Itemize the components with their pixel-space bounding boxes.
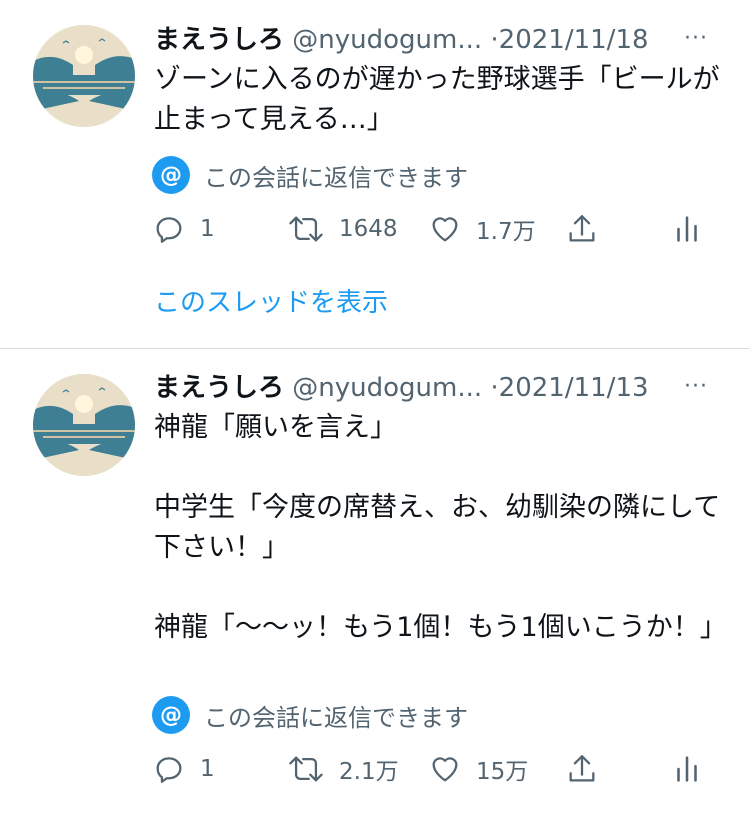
analytics-button[interactable]: [672, 207, 702, 251]
share-button[interactable]: [565, 747, 599, 791]
more-icon[interactable]: ···: [684, 368, 720, 408]
like-icon: [428, 752, 462, 786]
action-bar: 1 2.1万 15万: [0, 747, 750, 791]
tweet[interactable]: まえうしろ @nyudogum... ·2021/11/13 ··· 神龍「願い…: [0, 349, 750, 814]
share-icon: [565, 752, 599, 786]
at-icon: @: [152, 156, 190, 194]
tweet-header: まえうしろ @nyudogum... ·2021/11/18: [154, 20, 724, 60]
avatar[interactable]: [33, 25, 135, 127]
separator: ·: [490, 25, 499, 55]
like-count: 1.7万: [476, 219, 536, 245]
like-button[interactable]: 15万: [428, 747, 528, 791]
share-icon: [565, 212, 599, 246]
share-button[interactable]: [565, 207, 599, 251]
reply-restriction-label: この会話に返信できます: [204, 163, 468, 192]
reply-button[interactable]: 1: [152, 207, 215, 251]
like-icon: [428, 212, 462, 246]
reply-restriction-notice: @ この会話に返信できます: [152, 155, 468, 195]
user-handle[interactable]: @nyudogum...: [292, 373, 482, 403]
like-button[interactable]: 1.7万: [428, 207, 536, 251]
like-count: 15万: [476, 759, 529, 785]
display-name[interactable]: まえうしろ: [154, 25, 284, 55]
retweet-button[interactable]: 1648: [287, 207, 398, 251]
reply-icon: [152, 752, 186, 786]
analytics-button[interactable]: [672, 747, 702, 791]
tweet-date[interactable]: 2021/11/13: [499, 373, 649, 403]
retweet-icon: [287, 212, 325, 246]
reply-icon: [152, 212, 186, 246]
show-thread-link[interactable]: このスレッドを表示: [154, 282, 388, 319]
tweet-text: ゾーンに入るのが遅かった野球選手「ビールが止まって見える…」: [154, 64, 720, 135]
retweet-icon: [287, 752, 325, 786]
action-bar: 1 1648 1.7万: [0, 207, 750, 251]
reply-count: 1: [200, 756, 215, 782]
tweet[interactable]: まえうしろ @nyudogum... ·2021/11/18 ··· ゾーンに入…: [0, 0, 750, 348]
at-icon: @: [152, 696, 190, 734]
display-name[interactable]: まえうしろ: [154, 373, 284, 403]
separator: ·: [490, 373, 499, 403]
retweet-count: 1648: [339, 216, 398, 242]
reply-count: 1: [200, 216, 215, 242]
reply-button[interactable]: 1: [152, 747, 215, 791]
tweet-text: 神龍「願いを言え」 中学生「今度の席替え、お、幼馴染の隣にして下さい！」 神龍「…: [154, 412, 727, 643]
retweet-count: 2.1万: [339, 759, 399, 785]
reply-restriction-notice: @ この会話に返信できます: [152, 695, 468, 735]
more-icon[interactable]: ···: [684, 20, 720, 60]
tweet-date[interactable]: 2021/11/18: [499, 25, 649, 55]
user-handle[interactable]: @nyudogum...: [292, 25, 482, 55]
retweet-button[interactable]: 2.1万: [287, 747, 399, 791]
reply-restriction-label: この会話に返信できます: [204, 703, 468, 732]
avatar[interactable]: [33, 374, 135, 476]
analytics-icon: [672, 212, 702, 246]
analytics-icon: [672, 752, 702, 786]
tweet-header: まえうしろ @nyudogum... ·2021/11/13: [154, 368, 724, 408]
